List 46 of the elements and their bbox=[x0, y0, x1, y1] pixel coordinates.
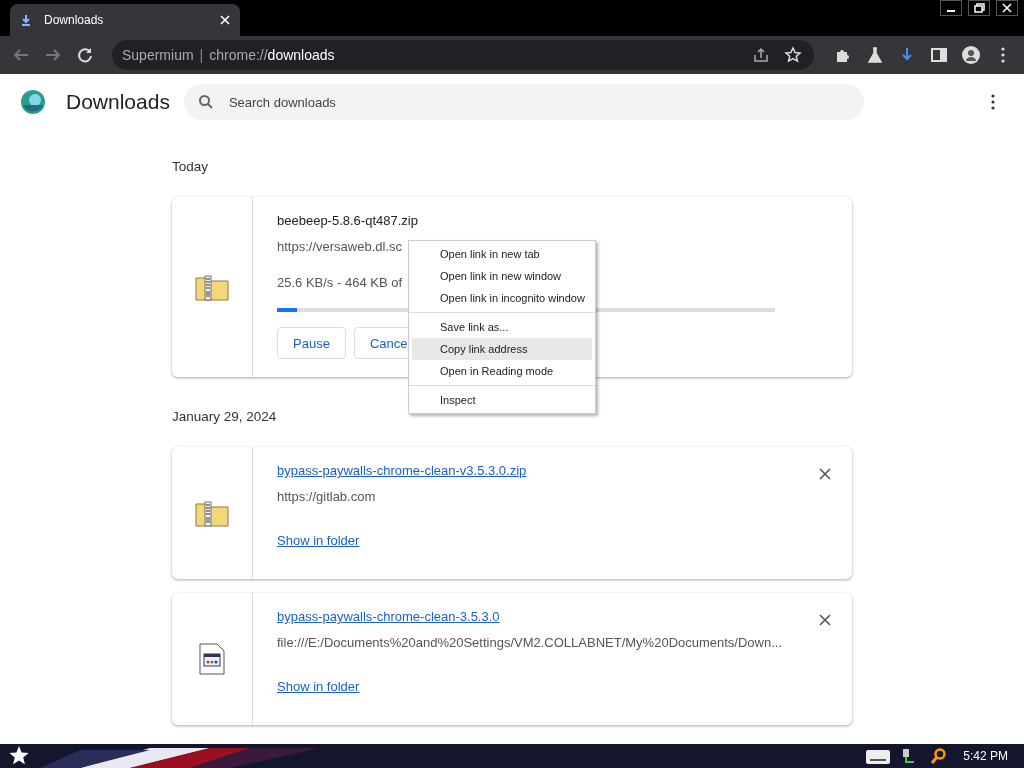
address-bar[interactable]: Supermium | chrome://downloads bbox=[112, 40, 814, 70]
page-title: Downloads bbox=[66, 90, 170, 114]
side-panel-icon[interactable] bbox=[930, 46, 948, 64]
source-url: file:///E:/Documents%20and%20Settings/VM2.COLLABNET/My%20Documents/Down... bbox=[277, 635, 783, 652]
restore-icon[interactable] bbox=[968, 0, 990, 16]
clock-time: 5:42 PM bbox=[963, 749, 1008, 763]
source-url: https://versaweb.dl.sc bbox=[277, 239, 402, 256]
download-icon bbox=[20, 14, 32, 26]
show-in-folder-link[interactable]: Show in folder bbox=[277, 679, 360, 694]
search-icon[interactable] bbox=[929, 747, 948, 765]
separator: | bbox=[199, 47, 204, 63]
menu-item[interactable]: Open in Reading mode bbox=[412, 360, 592, 382]
reload-icon[interactable] bbox=[76, 46, 94, 64]
download-status: 25.6 KB/s - 464 KB of bbox=[277, 275, 403, 290]
show-in-folder-link[interactable]: Show in folder bbox=[277, 533, 360, 548]
zip-folder-icon bbox=[195, 499, 229, 527]
search-icon bbox=[197, 94, 214, 110]
zip-folder-icon bbox=[195, 273, 229, 301]
tab-title: Downloads bbox=[44, 13, 105, 27]
menu-item[interactable]: Open link in incognito window bbox=[412, 287, 592, 309]
search-field[interactable]: Search downloads bbox=[183, 84, 864, 120]
date-heading: Today bbox=[172, 159, 210, 176]
menu-item[interactable]: Inspect bbox=[412, 389, 592, 411]
minimize-icon[interactable] bbox=[940, 0, 962, 16]
menu-item[interactable]: Open link in new window bbox=[412, 265, 592, 287]
date-heading: January 29, 2024 bbox=[172, 409, 278, 426]
share-icon[interactable] bbox=[752, 46, 770, 64]
file-link[interactable]: bypass-paywalls-chrome-clean-v3.5.3.0.zip bbox=[277, 463, 527, 483]
profile-icon[interactable] bbox=[962, 46, 980, 64]
source-url: https://gitlab.com bbox=[277, 489, 376, 506]
file-link[interactable]: bypass-paywalls-chrome-clean-3.5.3.0 bbox=[277, 609, 500, 629]
menu-item[interactable]: Copy link address bbox=[412, 338, 592, 360]
document-icon bbox=[199, 643, 225, 675]
browser-tab[interactable]: Downloads bbox=[10, 4, 240, 36]
menu-item[interactable]: Open link in new tab bbox=[412, 243, 592, 265]
file-name: beebeep-5.8.6-qt487.zip bbox=[277, 213, 418, 230]
close-icon[interactable] bbox=[819, 468, 831, 480]
close-icon[interactable] bbox=[819, 614, 831, 626]
url-text: chrome://downloads bbox=[209, 47, 335, 63]
close-icon[interactable] bbox=[996, 0, 1018, 16]
start-star-icon[interactable] bbox=[8, 745, 30, 767]
logo-icon bbox=[20, 89, 46, 115]
star-icon[interactable] bbox=[784, 46, 802, 64]
browser-name: Supermium bbox=[122, 47, 194, 63]
flask-icon[interactable] bbox=[866, 46, 884, 64]
pause-button[interactable]: Pause bbox=[277, 327, 346, 359]
